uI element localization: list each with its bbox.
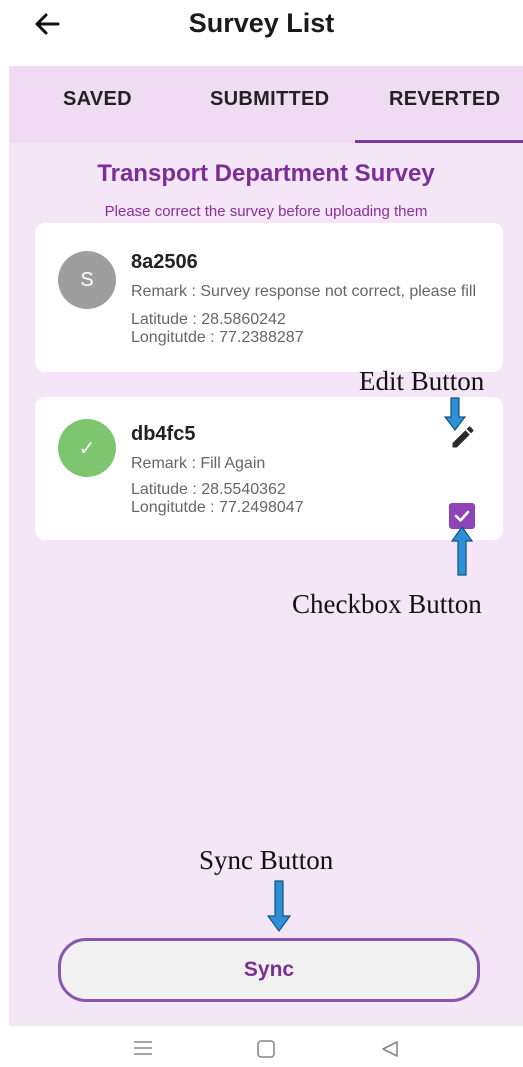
system-nav-bar: [0, 1026, 523, 1067]
survey-id: db4fc5: [131, 423, 196, 445]
arrow-down-icon: [444, 397, 466, 431]
survey-card[interactable]: S 8a2506 Remark : Survey response not co…: [35, 223, 503, 372]
survey-remark: Remark : Survey response not correct, pl…: [131, 283, 477, 300]
sync-button[interactable]: Sync: [58, 938, 480, 1002]
survey-hint: Please correct the survey before uploadi…: [104, 203, 428, 220]
arrow-down-icon: [267, 880, 291, 932]
survey-latitude: Latitude : 28.5540362: [131, 481, 286, 498]
tab-submitted[interactable]: SUBMITTED: [210, 88, 329, 111]
page-title: Survey List: [188, 8, 335, 38]
survey-longitude: Longitutde : 77.2498047: [131, 499, 304, 516]
top-app-bar: Survey List: [0, 0, 523, 56]
survey-id: 8a2506: [131, 251, 198, 273]
arrow-up-icon: [451, 526, 473, 576]
survey-latitude: Latitude : 28.5860242: [131, 311, 286, 328]
edit-button-annotation: Edit Button: [359, 366, 485, 396]
survey-title: Transport Department Survey: [97, 160, 435, 187]
menu-icon[interactable]: [133, 1040, 153, 1056]
tab-bar: SAVED SUBMITTED REVERTED: [9, 66, 523, 143]
tab-saved[interactable]: SAVED: [63, 88, 132, 111]
survey-remark: Remark : Fill Again: [131, 455, 266, 472]
home-square-icon[interactable]: [256, 1040, 276, 1058]
content-area: SAVED SUBMITTED REVERTED Transport Depar…: [9, 66, 523, 1026]
checkbox-button-annotation: Checkbox Button: [292, 589, 482, 619]
active-tab-indicator: [355, 140, 523, 143]
sync-button-annotation: Sync Button: [199, 845, 334, 875]
tab-reverted[interactable]: REVERTED: [389, 88, 500, 111]
checkmark-icon: [454, 510, 470, 522]
survey-longitude: Longitutde : 77.2388287: [131, 329, 304, 346]
survey-card[interactable]: ✓ db4fc5 Remark : Fill Again Latitude : …: [35, 397, 503, 540]
avatar: S: [58, 251, 116, 309]
avatar: ✓: [58, 419, 116, 477]
back-triangle-icon[interactable]: [380, 1040, 400, 1058]
